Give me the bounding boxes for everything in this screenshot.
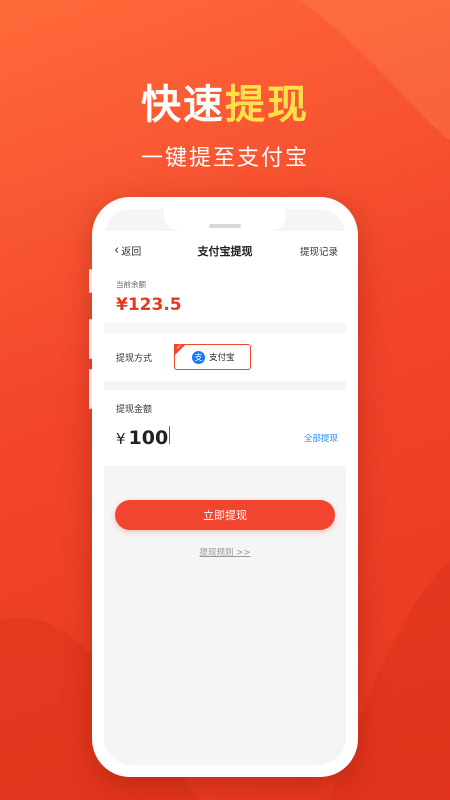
phone-side-button <box>89 369 92 409</box>
balance-label: 当前余额 <box>116 280 146 289</box>
alipay-option[interactable]: ✓ 支 支付宝 <box>174 343 251 370</box>
method-option-label: 支付宝 <box>209 353 235 363</box>
alipay-icon: 支 <box>192 350 205 364</box>
amount-label: 提现金额 <box>116 405 153 415</box>
amount-input[interactable]: 100 <box>129 427 169 449</box>
nav-bar: ‹ 返回 支付宝提现 提现记录 <box>104 231 346 271</box>
withdraw-button[interactable]: 立即提现 <box>115 500 335 530</box>
withdraw-rules-link[interactable]: 提现规则 >> <box>104 546 346 558</box>
currency-symbol: ¥ <box>116 430 126 448</box>
text-cursor <box>169 426 171 444</box>
balance-card: 当前余额 ¥123.5 <box>104 271 346 323</box>
method-card: 提现方式 ✓ 支 支付宝 <box>104 333 346 381</box>
headline-text: 快速 <box>141 82 225 128</box>
withdraw-record-link[interactable]: 提现记录 <box>300 244 338 258</box>
phone-screen: ‹ 返回 支付宝提现 提现记录 当前余额 ¥123.5 提现方式 ✓ 支 支付宝… <box>104 209 346 765</box>
headline: 快速提现 <box>0 72 450 130</box>
check-icon: ✓ <box>176 343 182 351</box>
amount-card: 提现金额 ¥ 100 全部提现 <box>104 390 346 466</box>
method-label: 提现方式 <box>116 354 153 364</box>
phone-speaker <box>209 224 241 228</box>
phone-side-button <box>89 269 92 293</box>
headline-accent-text: 提现 <box>225 82 309 128</box>
amount-input-row[interactable]: ¥ 100 <box>116 426 171 449</box>
phone-frame: ‹ 返回 支付宝提现 提现记录 当前余额 ¥123.5 提现方式 ✓ 支 支付宝… <box>89 197 358 777</box>
phone-side-button <box>89 319 92 359</box>
subline: 一键提至支付宝 <box>140 146 309 171</box>
withdraw-all-link[interactable]: 全部提现 <box>304 432 338 444</box>
balance-value: ¥123.5 <box>116 295 182 315</box>
